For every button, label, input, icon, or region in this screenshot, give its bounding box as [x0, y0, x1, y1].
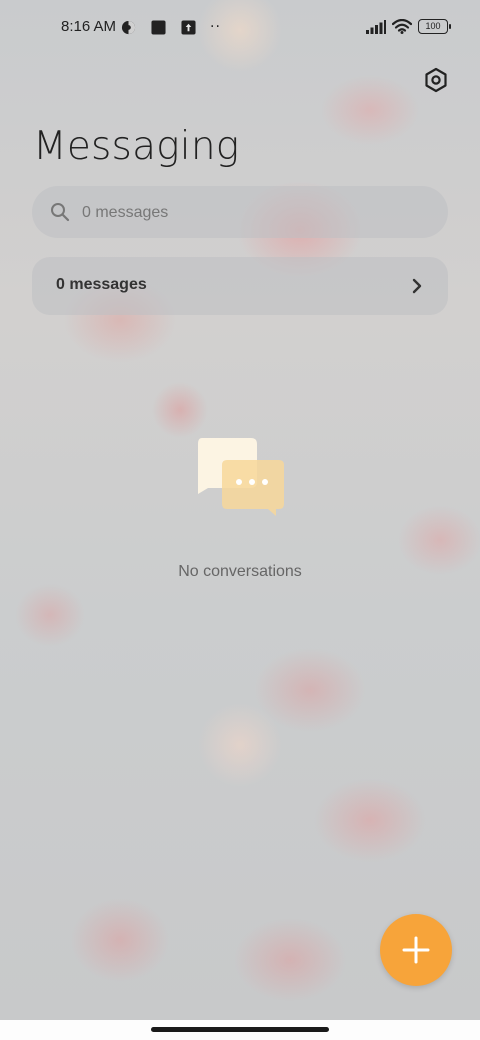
plus-icon [402, 936, 430, 964]
chat-bubbles-icon [198, 438, 284, 516]
chevron-right-icon [412, 278, 422, 294]
empty-state-text: No conversations [178, 563, 302, 580]
more-dots-icon: ·· [210, 19, 221, 35]
status-time: 8:16 AM [61, 18, 117, 35]
status-bar: 8:16 AM ·· 100 [0, 0, 480, 56]
signal-icon [366, 19, 386, 34]
upload-icon [181, 19, 196, 35]
wifi-icon [392, 19, 412, 34]
app-circle-icon [121, 20, 136, 34]
search-icon [51, 203, 70, 222]
settings-button[interactable] [422, 66, 450, 94]
gear-icon [425, 67, 447, 93]
battery-icon: 100 [418, 19, 451, 34]
new-conversation-button[interactable] [380, 914, 452, 986]
status-notification-icons: ·· [121, 19, 221, 35]
square-app-icon [151, 19, 166, 35]
home-indicator[interactable] [151, 1027, 329, 1032]
page-title: Messaging [33, 124, 240, 169]
search-input[interactable] [82, 199, 422, 227]
messages-card-label: 0 messages [56, 276, 147, 293]
status-system-icons: 100 [366, 19, 451, 34]
